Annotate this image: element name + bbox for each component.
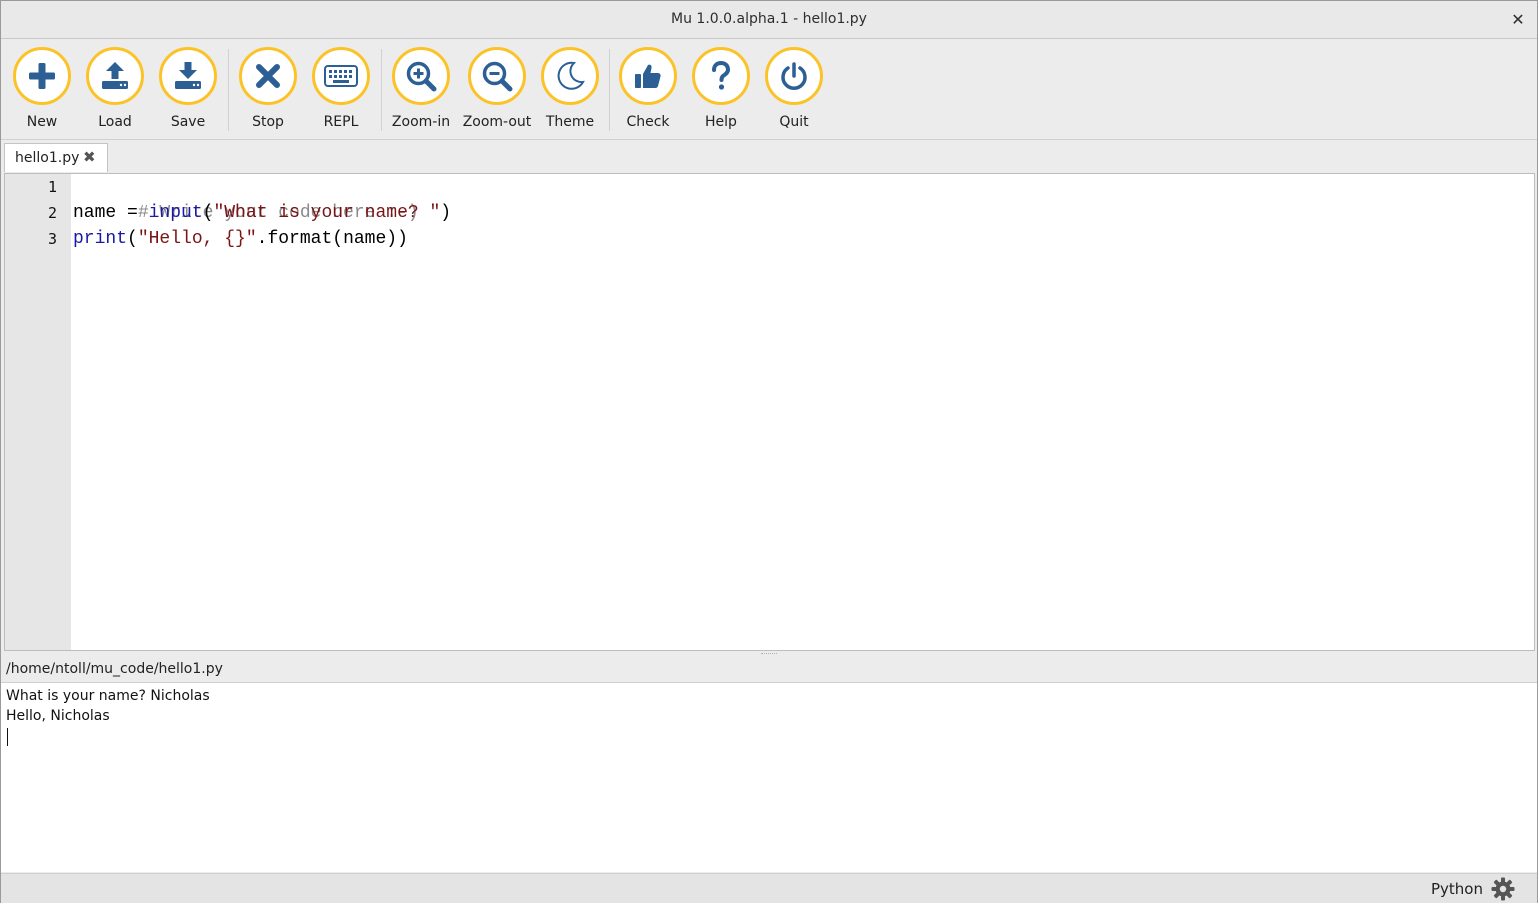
zoom-in-button-circle [392, 47, 450, 105]
stop-button-circle [239, 47, 297, 105]
code-editor[interactable]: 1 2 3 # Write your code here :-) name = … [4, 173, 1535, 651]
runner-path: /home/ntoll/mu_code/hello1.py [6, 661, 223, 677]
toolbar-separator [228, 49, 229, 131]
console-line: What is your name? Nicholas [6, 688, 210, 704]
code-text: ( [127, 229, 138, 249]
upload-icon [102, 62, 128, 89]
code-line[interactable]: name = input("What is your name? ") [73, 200, 451, 226]
stop-button[interactable]: Stop [233, 47, 303, 137]
code-string: "Hello, {}" [137, 229, 257, 249]
load-button-label: Load [98, 114, 132, 130]
check-button[interactable]: Check [613, 47, 683, 137]
code-text: ( [202, 203, 214, 223]
repl-button-circle [312, 47, 370, 105]
theme-button-label: Theme [545, 114, 595, 130]
mode-label: Python [1431, 880, 1483, 898]
save-button-circle [159, 47, 217, 105]
tab-close-icon[interactable]: ✖ [83, 148, 96, 166]
plus-icon [29, 63, 55, 89]
zoom-in-icon [406, 61, 437, 92]
code-builtin: input [148, 203, 203, 223]
help-button[interactable]: Help [686, 47, 756, 137]
help-button-label: Help [705, 114, 737, 130]
zoom-out-button-circle [468, 47, 526, 105]
output-console[interactable]: What is your name? Nicholas Hello, Nicho… [1, 683, 1537, 872]
download-icon [175, 62, 201, 89]
check-button-circle [619, 47, 677, 105]
runner-pane-header: /home/ntoll/mu_code/hello1.py [1, 657, 1537, 683]
code-text: ) [440, 203, 452, 223]
new-button-circle [13, 47, 71, 105]
quit-button[interactable]: Quit [759, 47, 829, 137]
code-text: .format(name)) [256, 229, 408, 249]
thumbs-up-icon [635, 64, 661, 88]
quit-button-circle [765, 47, 823, 105]
zoom-in-button[interactable]: Zoom-in [386, 47, 456, 137]
theme-button[interactable]: Theme [535, 47, 605, 137]
toolbar: New Load Save Stop REPL Zoom-in Zoom-out… [1, 39, 1537, 140]
mu-editor-window: Mu 1.0.0.alpha.1 - hello1.py ✕ New Load … [0, 0, 1538, 903]
new-button[interactable]: New [7, 47, 77, 137]
code-builtin: print [73, 229, 128, 249]
load-button[interactable]: Load [80, 47, 150, 137]
toolbar-separator [609, 49, 610, 131]
new-button-label: New [26, 114, 58, 130]
x-icon [256, 64, 280, 88]
line-number-gutter: 1 2 3 [5, 174, 71, 650]
text-cursor [7, 728, 8, 746]
line-number: 1 [47, 178, 57, 196]
moon-icon [557, 61, 585, 90]
load-button-circle [86, 47, 144, 105]
code-text: name = [73, 203, 149, 223]
window-title: Mu 1.0.0.alpha.1 - hello1.py [671, 11, 867, 27]
window-close-button[interactable]: ✕ [1509, 1, 1527, 38]
line-number: 3 [47, 230, 57, 248]
save-button-label: Save [170, 114, 206, 130]
tab-bar: hello1.py ✖ [1, 140, 1537, 172]
check-button-label: Check [626, 114, 670, 130]
quit-button-label: Quit [779, 114, 809, 130]
status-bar: Python [1, 873, 1537, 903]
line-number: 2 [47, 204, 57, 222]
console-line: Hello, Nicholas [6, 708, 110, 724]
keyboard-icon [324, 65, 358, 87]
gear-icon[interactable] [1491, 877, 1515, 901]
zoom-out-button[interactable]: Zoom-out [462, 47, 532, 137]
toolbar-separator [381, 49, 382, 131]
tab-label: hello1.py [15, 150, 80, 166]
zoom-in-button-label: Zoom-in [391, 114, 451, 130]
repl-button[interactable]: REPL [306, 47, 376, 137]
code-string: "What is your name? " [213, 203, 441, 223]
tab-hello1-py[interactable]: hello1.py ✖ [4, 143, 108, 172]
zoom-out-button-label: Zoom-out [462, 114, 532, 130]
title-bar: Mu 1.0.0.alpha.1 - hello1.py ✕ [1, 1, 1537, 39]
splitter-grip-icon [761, 653, 777, 656]
save-button[interactable]: Save [153, 47, 223, 137]
zoom-out-icon [482, 61, 513, 92]
help-button-circle [692, 47, 750, 105]
repl-button-label: REPL [323, 114, 359, 130]
code-line[interactable]: print("Hello, {}".format(name)) [73, 226, 408, 252]
stop-button-label: Stop [252, 114, 284, 130]
power-icon [781, 62, 807, 90]
question-icon [712, 61, 731, 90]
theme-button-circle [541, 47, 599, 105]
